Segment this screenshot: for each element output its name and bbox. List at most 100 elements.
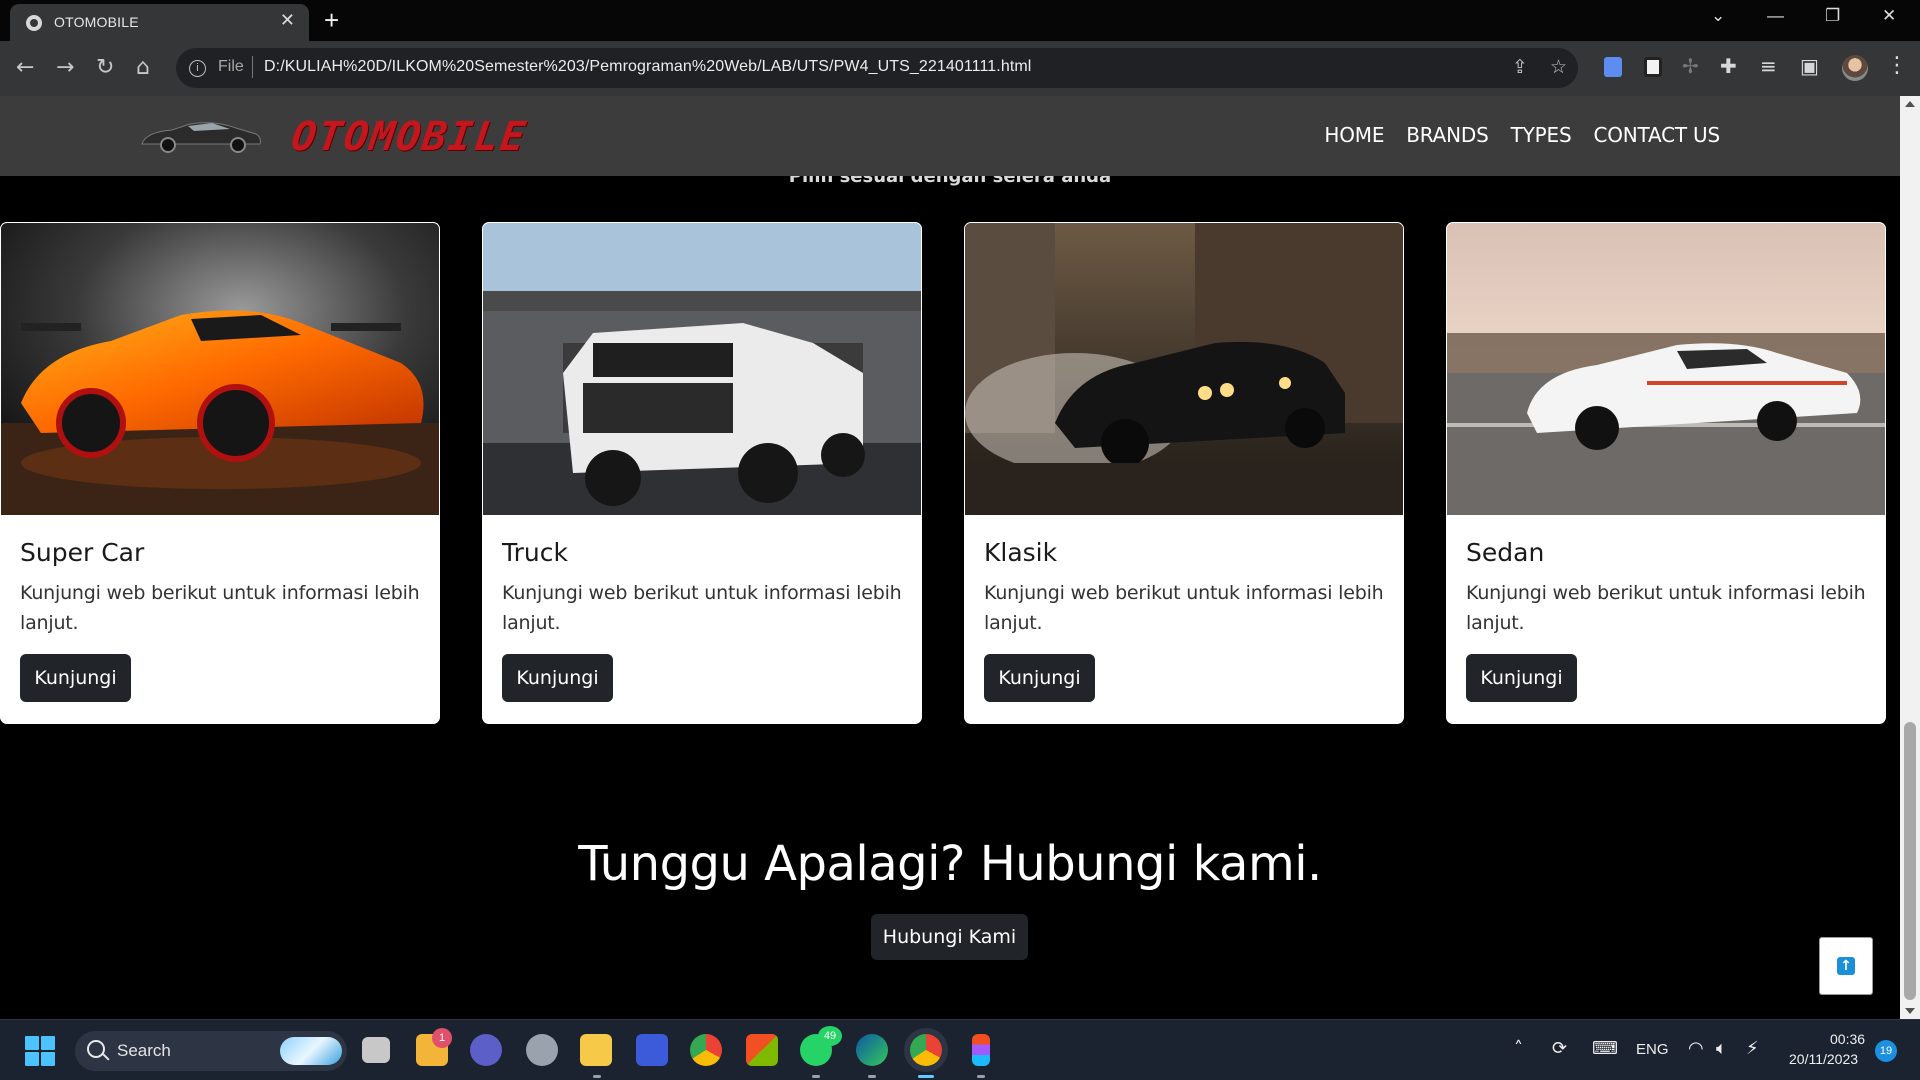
extension-translate-icon[interactable] — [1644, 57, 1662, 77]
home-icon[interactable]: ⌂ — [136, 56, 150, 80]
arrow-up-icon: ↑ — [1837, 957, 1855, 975]
card-title: Super Car — [20, 538, 145, 567]
search-icon — [87, 1040, 105, 1058]
notification-badge[interactable]: 19 — [1875, 1040, 1897, 1062]
running-indicator — [868, 1075, 876, 1078]
site-nav-links: HOME BRANDS TYPES CONTACT US — [1324, 123, 1720, 147]
card-text: Kunjungi web berikut untuk informasi leb… — [1466, 582, 1866, 634]
truck-image — [483, 223, 921, 515]
kunjungi-button[interactable]: Kunjungi — [502, 654, 613, 702]
card-text: Kunjungi web berikut untuk informasi leb… — [502, 582, 902, 634]
keyboard-icon[interactable]: ⌨ — [1592, 1039, 1618, 1059]
back-to-top-button[interactable]: ↑ — [1820, 938, 1872, 994]
nav-contact-us[interactable]: CONTACT US — [1593, 123, 1720, 147]
power-icon[interactable]: ⚡︎ — [1746, 1039, 1759, 1059]
clock-date[interactable]: 20/11/2023 — [1789, 1051, 1858, 1067]
whatsapp-badge: 49 — [818, 1026, 842, 1046]
new-tab-button[interactable]: + — [324, 6, 339, 34]
url-separator — [252, 56, 253, 78]
share-icon[interactable]: ⇪ — [1512, 56, 1528, 78]
vscode-like-icon[interactable] — [636, 1034, 668, 1066]
browser-tab[interactable]: OTOMOBILE ✕ — [10, 4, 309, 41]
forward-icon[interactable]: → — [56, 56, 74, 80]
tray-chevron-up-icon[interactable]: ˄ — [1514, 1039, 1523, 1059]
site-navbar: OTOMOBILE HOME BRANDS TYPES CONTACT US — [0, 96, 1900, 176]
running-indicator — [593, 1075, 601, 1078]
logo-car-icon[interactable] — [138, 118, 264, 154]
scroll-down-arrow-icon[interactable] — [1905, 1008, 1915, 1014]
extension-docs-icon[interactable] — [1604, 57, 1622, 77]
nav-home[interactable]: HOME — [1324, 123, 1384, 147]
search-highlight-icon — [280, 1037, 342, 1065]
side-panel-icon[interactable]: ▣ — [1800, 55, 1819, 77]
volume-icon[interactable]: 🔈︎ — [1716, 1039, 1727, 1059]
teams-chat-icon[interactable] — [470, 1034, 502, 1066]
card-super-car: Super Car Kunjungi web berikut untuk inf… — [0, 222, 440, 724]
card-text: Kunjungi web berikut untuk informasi leb… — [984, 582, 1384, 634]
card-title: Sedan — [1466, 538, 1545, 567]
microsoft-store-icon[interactable] — [746, 1034, 778, 1066]
card-sedan: Sedan Kunjungi web berikut untuk informa… — [1446, 222, 1886, 724]
clock-time[interactable]: 00:36 — [1830, 1031, 1865, 1047]
close-tab-icon[interactable]: ✕ — [280, 11, 295, 31]
kunjungi-button[interactable]: Kunjungi — [1466, 654, 1577, 702]
card-klasik: Klasik Kunjungi web berikut untuk inform… — [964, 222, 1404, 724]
cta-heading: Tunggu Apalagi? Hubungi kami. — [578, 836, 1322, 892]
klasik-image — [965, 223, 1403, 515]
bookmark-star-icon[interactable]: ☆ — [1550, 56, 1567, 78]
language-indicator[interactable]: ENG — [1636, 1041, 1669, 1058]
url-text[interactable]: D:/KULIAH%20D/ILKOM%20Semester%203/Pemro… — [264, 58, 1031, 76]
sync-icon[interactable]: ⟳ — [1552, 1039, 1567, 1059]
reading-list-icon[interactable]: ≡ — [1760, 55, 1777, 77]
nav-types[interactable]: TYPES — [1511, 123, 1572, 147]
windows-start-icon[interactable] — [25, 1036, 55, 1066]
browser-toolbar: ← → ↻ ⌂ i File D:/KULIAH%20D/ILKOM%20Sem… — [0, 41, 1920, 96]
search-label: Search — [117, 1041, 171, 1060]
minimize-button[interactable]: — — [1767, 6, 1784, 26]
page-viewport: Pilih sesuai dengan selera anda OTOMOBIL… — [0, 96, 1900, 1019]
chrome-active-icon[interactable] — [910, 1034, 942, 1066]
scroll-up-arrow-icon[interactable] — [1905, 101, 1915, 107]
file-explorer-icon[interactable] — [580, 1034, 612, 1066]
active-indicator — [918, 1075, 934, 1078]
tab-search-chevron-icon[interactable]: ⌄ — [1711, 6, 1725, 26]
figma-icon[interactable] — [972, 1034, 990, 1066]
kunjungi-button[interactable]: Kunjungi — [984, 654, 1095, 702]
site-info-icon[interactable]: i — [189, 60, 206, 77]
settings-gear-icon[interactable] — [526, 1034, 558, 1066]
close-window-button[interactable]: ✕ — [1882, 6, 1896, 26]
browser-tab-strip: OTOMOBILE ✕ + ⌄ — ❐ ✕ — [0, 0, 1920, 41]
chrome-icon[interactable] — [690, 1034, 722, 1066]
running-indicator — [977, 1075, 985, 1078]
windows-taskbar: Search 1 49 ˄ ⟳ ⌨ ENG ◠ 🔈︎ ⚡︎ 00:36 20/1… — [0, 1019, 1920, 1080]
running-indicator — [812, 1075, 820, 1078]
card-text: Kunjungi web berikut untuk informasi leb… — [20, 582, 420, 634]
extensions-puzzle-icon[interactable]: ✚ — [1720, 55, 1737, 77]
files-badge: 1 — [432, 1028, 452, 1048]
nav-brands[interactable]: BRANDS — [1406, 123, 1489, 147]
address-bar[interactable]: i File D:/KULIAH%20D/ILKOM%20Semester%20… — [176, 48, 1578, 88]
scroll-thumb[interactable] — [1904, 722, 1916, 1000]
tab-title: OTOMOBILE — [54, 14, 139, 30]
sedan-image — [1447, 223, 1885, 515]
card-title: Klasik — [984, 538, 1058, 567]
site-logo[interactable]: OTOMOBILE — [289, 114, 530, 160]
card-truck: Truck Kunjungi web berikut untuk informa… — [482, 222, 922, 724]
card-title: Truck — [502, 538, 568, 567]
hubungi-kami-button[interactable]: Hubungi Kami — [871, 914, 1028, 960]
kunjungi-button[interactable]: Kunjungi — [20, 654, 131, 702]
page-scrollbar[interactable] — [1900, 96, 1920, 1019]
menu-kebab-icon[interactable]: ⋮ — [1886, 51, 1908, 81]
extension-disabled-icon[interactable]: ✢ — [1682, 55, 1699, 77]
restore-button[interactable]: ❐ — [1825, 6, 1840, 26]
super-car-image — [1, 223, 439, 515]
globe-icon — [26, 15, 42, 31]
back-icon[interactable]: ← — [16, 56, 34, 80]
edge-icon[interactable] — [856, 1034, 888, 1066]
reload-icon[interactable]: ↻ — [96, 56, 114, 80]
taskbar-search[interactable]: Search — [75, 1031, 347, 1071]
profile-avatar[interactable] — [1842, 55, 1868, 81]
task-view-icon[interactable] — [362, 1037, 390, 1063]
wifi-icon[interactable]: ◠ — [1688, 1039, 1704, 1059]
url-scheme: File — [218, 58, 244, 75]
